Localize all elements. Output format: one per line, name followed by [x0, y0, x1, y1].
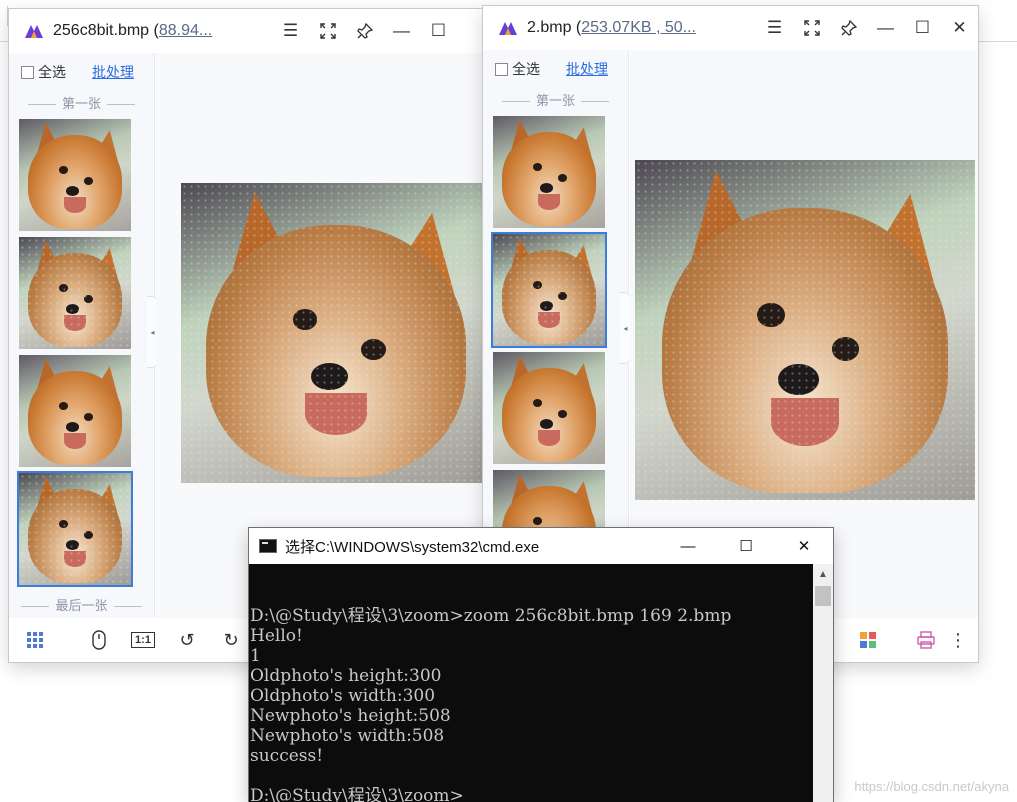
- cmd-scrollbar[interactable]: ▲: [813, 564, 833, 802]
- close-icon[interactable]: ✕: [941, 6, 978, 50]
- first-image-label: 第一张: [9, 89, 154, 119]
- select-all-label[interactable]: 全选: [38, 62, 66, 82]
- cmd-line: Oldphoto's height:300: [250, 666, 442, 686]
- background-edge: [0, 6, 8, 26]
- cmd-line: success!: [250, 746, 324, 766]
- grid-icon[interactable]: [13, 618, 57, 662]
- select-all-checkbox[interactable]: [495, 62, 508, 76]
- menu-icon[interactable]: ☰: [756, 6, 793, 50]
- rotate-right-icon[interactable]: ↻: [209, 618, 253, 662]
- scroll-up-icon[interactable]: ▲: [813, 564, 833, 584]
- minimize-icon[interactable]: —: [659, 528, 717, 564]
- thumbnail-item-selected[interactable]: [491, 232, 607, 348]
- desktop: 256c8bit.bmp (88.94... ☰ — ☐ 全选 批处理 第一张: [0, 0, 1017, 802]
- thumbnail-item[interactable]: [19, 355, 131, 467]
- thumbnail-sidebar: 全选 批处理 第一张 最后一张: [9, 53, 155, 618]
- thumbnail-item[interactable]: [493, 352, 605, 464]
- file-info-link[interactable]: 88.94...: [159, 22, 212, 39]
- cmd-line: [250, 766, 813, 786]
- thumbnail-item[interactable]: [493, 116, 605, 228]
- cmd-line: Newphoto's height:508: [250, 706, 451, 726]
- maximize-icon[interactable]: ☐: [904, 6, 941, 50]
- more-icon[interactable]: ⋮: [948, 618, 968, 662]
- minimize-icon[interactable]: —: [383, 9, 420, 53]
- pin-icon[interactable]: [346, 9, 383, 53]
- pin-icon[interactable]: [830, 6, 867, 50]
- actual-size-icon[interactable]: 1:1: [121, 618, 165, 662]
- scrollbar-thumb[interactable]: [815, 586, 831, 606]
- mouse-icon[interactable]: [77, 618, 121, 662]
- select-all-checkbox[interactable]: [21, 65, 34, 79]
- cmd-line: D:\@Study\程设\3\zoom>zoom 256c8bit.bmp 16…: [250, 606, 732, 626]
- cmd-window: 选择C:\WINDOWS\system32\cmd.exe — ☐ ✕ D:\@…: [249, 528, 833, 802]
- viewer-title: 2.bmp (253.07KB , 50...: [527, 19, 696, 36]
- maximize-icon[interactable]: ☐: [717, 528, 775, 564]
- thumbnail-item[interactable]: [19, 237, 131, 349]
- cmd-line: Oldphoto's width:300: [250, 686, 436, 706]
- printer-icon[interactable]: [904, 618, 948, 662]
- cmd-line: Hello!: [250, 626, 303, 646]
- fullscreen-icon[interactable]: [309, 9, 346, 53]
- maximize-icon[interactable]: ☐: [420, 9, 457, 53]
- cmd-title: 选择C:\WINDOWS\system32\cmd.exe: [285, 538, 540, 556]
- close-icon[interactable]: ✕: [775, 528, 833, 564]
- thumbnail-item[interactable]: [19, 119, 131, 231]
- cmd-line: Newphoto's width:508: [250, 726, 445, 746]
- main-image: [181, 183, 487, 483]
- first-image-label: 第一张: [483, 86, 628, 116]
- cmd-titlebar[interactable]: 选择C:\WINDOWS\system32\cmd.exe — ☐ ✕: [249, 528, 833, 564]
- apps-icon[interactable]: [846, 618, 890, 662]
- cmd-line: 1: [250, 646, 261, 666]
- file-info-link[interactable]: 253.07KB , 50...: [581, 19, 696, 36]
- cmd-output[interactable]: D:\@Study\程设\3\zoom>zoom 256c8bit.bmp 16…: [249, 564, 813, 802]
- app-logo-icon: [497, 17, 519, 39]
- viewer-title: 256c8bit.bmp (88.94...: [53, 22, 213, 39]
- watermark: https://blog.csdn.net/akyna: [854, 779, 1009, 794]
- rotate-left-icon[interactable]: ↺: [165, 618, 209, 662]
- thumbnail-item-selected[interactable]: [17, 471, 133, 587]
- select-all-label[interactable]: 全选: [512, 59, 540, 79]
- viewer-titlebar[interactable]: 2.bmp (253.07KB , 50... ☰ — ☐ ✕: [483, 6, 978, 50]
- cmd-line: D:\@Study\程设\3\zoom>: [250, 786, 464, 802]
- app-logo-icon: [23, 20, 45, 42]
- main-image: [635, 160, 975, 500]
- last-image-label: 最后一张: [9, 591, 154, 621]
- batch-process-link[interactable]: 批处理: [566, 59, 608, 79]
- batch-process-link[interactable]: 批处理: [92, 62, 134, 82]
- menu-icon[interactable]: ☰: [272, 9, 309, 53]
- minimize-icon[interactable]: —: [867, 6, 904, 50]
- viewer-titlebar[interactable]: 256c8bit.bmp (88.94... ☰ — ☐: [9, 9, 487, 53]
- fullscreen-icon[interactable]: [793, 6, 830, 50]
- cmd-app-icon: [259, 539, 277, 553]
